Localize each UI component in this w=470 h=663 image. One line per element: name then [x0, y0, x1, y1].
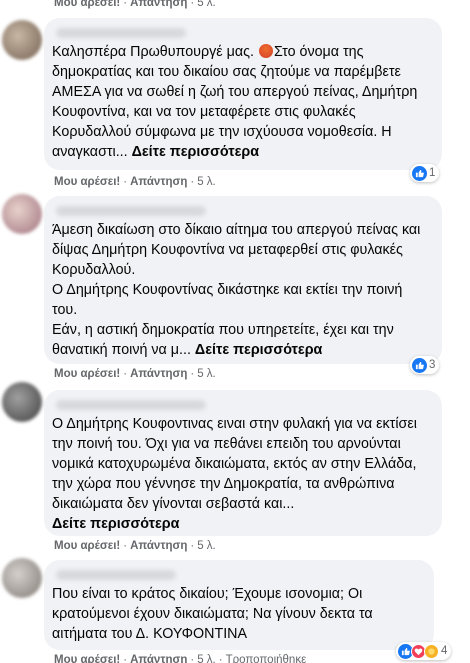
- comment-text: Που είναι το κράτος δικαίου; Έχουμε ισον…: [52, 586, 373, 642]
- reply-link[interactable]: Απάντηση: [130, 654, 187, 663]
- comment-actions: Μου αρέσει! · Απάντηση · 5 λ.: [54, 540, 216, 552]
- reply-link[interactable]: Απάντηση: [130, 0, 187, 9]
- reply-link[interactable]: Απάντηση: [130, 176, 187, 188]
- separator: ·: [123, 654, 128, 663]
- timestamp[interactable]: 5 λ.: [197, 0, 216, 9]
- see-more-link[interactable]: Δείτε περισσότερα: [195, 342, 322, 358]
- comment-bubble: Καλησπέρα Πρωθυπουργέ μας. Στο όνομα της…: [44, 18, 442, 170]
- reply-link[interactable]: Απάντηση: [130, 540, 187, 552]
- care-reaction-icon: [424, 643, 439, 659]
- separator: ·: [218, 654, 223, 663]
- author-name[interactable]: [56, 28, 186, 38]
- separator: ·: [190, 654, 195, 663]
- avatar[interactable]: [2, 194, 42, 234]
- comment-text: Καλησπέρα Πρωθυπουργέ μας. Στο όνομα της…: [52, 44, 418, 160]
- avatar[interactable]: [2, 558, 42, 598]
- comment-actions: Μου αρέσει! · Απάντηση · 5 λ.: [54, 368, 216, 380]
- like-reaction-icon: [412, 357, 427, 373]
- comment-actions: Μου αρέσει! · Απάντηση · 5 λ.: [54, 176, 216, 188]
- see-more-link[interactable]: Δείτε περισσότερα: [52, 516, 179, 532]
- reply-link[interactable]: Απάντηση: [130, 368, 187, 380]
- separator: ·: [190, 368, 195, 380]
- timestamp[interactable]: 5 λ.: [197, 540, 216, 552]
- author-name[interactable]: [56, 206, 206, 216]
- author-name[interactable]: [56, 570, 176, 580]
- reaction-count[interactable]: 3: [410, 356, 440, 374]
- separator: ·: [190, 176, 195, 188]
- comment-actions: Μου αρέσει! · Απάντηση · 5 λ. · Τροποποιήθηκε: [54, 654, 306, 663]
- comment-actions: Μου αρέσει! · Απάντηση · 5 λ.: [54, 0, 216, 9]
- see-more-link[interactable]: Δείτε περισσότερα: [132, 144, 259, 160]
- angry-face-icon: [258, 44, 273, 58]
- separator: ·: [190, 0, 195, 9]
- like-reaction-icon: [412, 165, 427, 181]
- author-name[interactable]: [56, 400, 206, 410]
- comment-text: Άμεση δικαίωση στο δίκαιο αίτημα του απε…: [52, 222, 421, 358]
- like-link[interactable]: Μου αρέσει!: [54, 176, 120, 188]
- separator: ·: [123, 176, 128, 188]
- like-link[interactable]: Μου αρέσει!: [54, 654, 120, 663]
- like-link[interactable]: Μου αρέσει!: [54, 0, 120, 9]
- separator: ·: [123, 540, 128, 552]
- comment-bubble: Που είναι το κράτος δικαίου; Έχουμε ισον…: [44, 560, 434, 650]
- reaction-count[interactable]: 4: [396, 642, 452, 660]
- edited-label: Τροποποιήθηκε: [225, 654, 307, 663]
- timestamp[interactable]: 5 λ.: [197, 654, 216, 663]
- like-link[interactable]: Μου αρέσει!: [54, 368, 120, 380]
- timestamp[interactable]: 5 λ.: [197, 176, 216, 188]
- reaction-count[interactable]: 1: [410, 164, 440, 182]
- avatar[interactable]: [2, 20, 42, 60]
- comment-bubble: Άμεση δικαίωση στο δίκαιο αίτημα του απε…: [44, 196, 442, 364]
- separator: ·: [123, 0, 128, 9]
- comment-text: Ο Δημήτρης Κουφοντινας ειναι στην φυλακή…: [52, 416, 417, 532]
- like-link[interactable]: Μου αρέσει!: [54, 540, 120, 552]
- comment-bubble: Ο Δημήτρης Κουφοντινας ειναι στην φυλακή…: [44, 390, 442, 536]
- separator: ·: [190, 540, 195, 552]
- separator: ·: [123, 368, 128, 380]
- avatar[interactable]: [2, 382, 42, 422]
- timestamp[interactable]: 5 λ.: [197, 368, 216, 380]
